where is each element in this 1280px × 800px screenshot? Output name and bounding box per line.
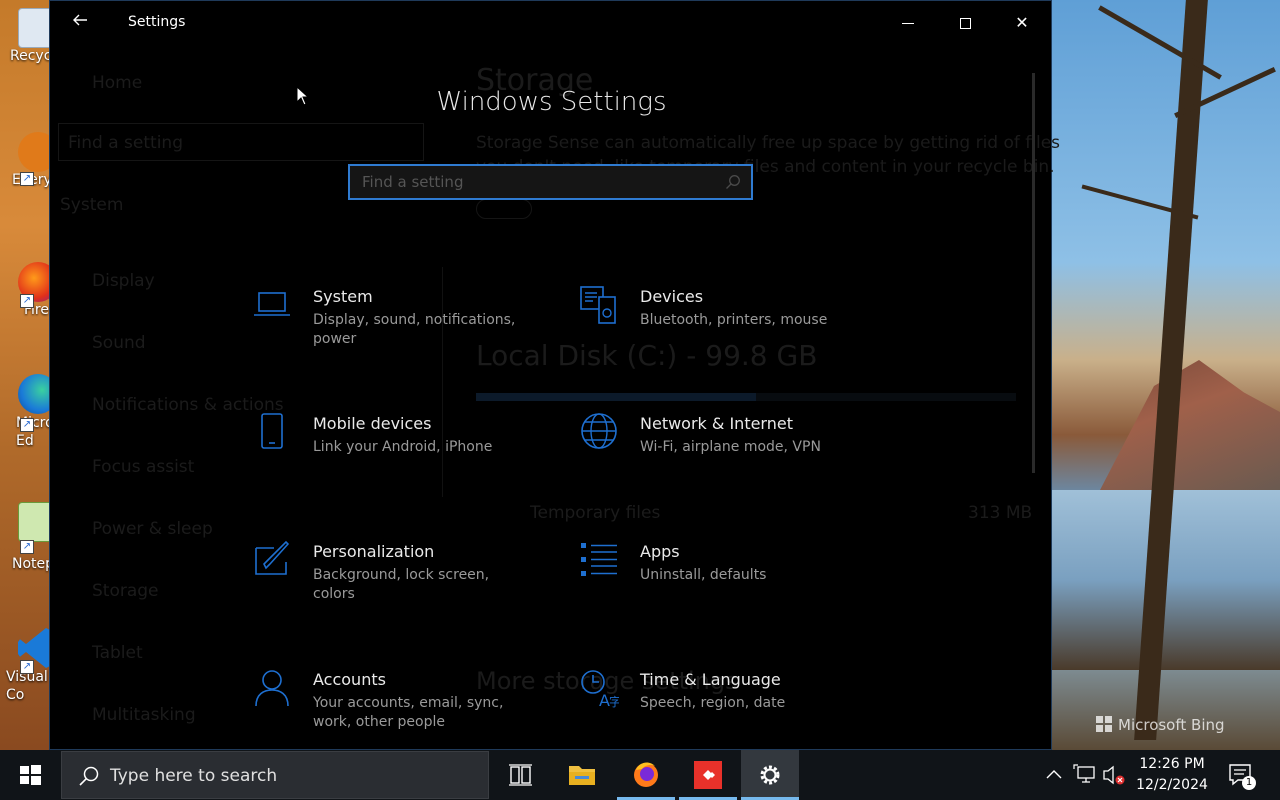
minimize-button[interactable] (880, 1, 936, 45)
bing-watermark: Microsoft Bing (1096, 716, 1225, 734)
clock-time: 12:26 PM (1139, 756, 1205, 772)
person-icon (255, 670, 289, 707)
tile-system[interactable]: System Display, sound, notifications, po… (252, 285, 552, 375)
tray-network-button[interactable] (1072, 750, 1100, 800)
apps-list-icon (581, 543, 617, 576)
mouse-cursor-icon (296, 86, 310, 106)
tile-apps[interactable]: Apps Uninstall, defaults (579, 540, 879, 630)
bg-toggle (476, 199, 532, 219)
bg-nav-item: Multitasking (92, 705, 196, 725)
volume-muted-icon (1103, 765, 1125, 785)
bg-nav-item: Focus assist (92, 457, 195, 477)
back-arrow-icon (73, 14, 87, 26)
firefox-icon (634, 762, 658, 787)
desktop-icon-vscode[interactable]: ↗ Visual Co (4, 628, 58, 704)
paintbrush-icon (255, 540, 290, 575)
taskbar-app-red[interactable] (679, 750, 737, 800)
bg-nav-item: Sound (92, 333, 146, 353)
task-view-icon (509, 764, 532, 786)
bg-nav-section: System (60, 195, 124, 215)
tile-accounts[interactable]: Accounts Your accounts, email, sync, wor… (252, 668, 552, 758)
laptop-icon (254, 292, 290, 316)
notification-icon (1229, 764, 1251, 786)
action-center-button[interactable] (1222, 750, 1262, 800)
network-icon (1073, 764, 1095, 783)
notification-count-badge: 1 (1242, 776, 1256, 790)
bg-disk-bar-fill (476, 393, 756, 401)
bg-description: Storage Sense can automatically free up … (476, 133, 1061, 153)
close-button[interactable]: ✕ (994, 1, 1050, 45)
desktop-icon-everything[interactable]: ↗ Every (4, 132, 58, 188)
bg-temp-files: Temporary files (530, 503, 661, 523)
search-input[interactable] (350, 166, 751, 198)
devices-icon (580, 286, 616, 324)
maximize-button[interactable] (937, 1, 993, 45)
bg-nav-item: Power & sleep (92, 519, 213, 539)
shortcut-arrow-icon: ↗ (20, 540, 34, 554)
find-setting-search[interactable] (348, 164, 753, 200)
gear-icon (760, 765, 780, 785)
shortcut-arrow-icon: ↗ (20, 660, 34, 674)
desktop-icon-recycle-bin[interactable]: Recyc (4, 8, 58, 64)
minimize-icon (902, 23, 914, 24)
taskbar-firefox[interactable] (617, 750, 675, 800)
back-button[interactable] (66, 11, 94, 35)
taskbar-settings[interactable] (741, 750, 799, 800)
maximize-icon (959, 18, 971, 29)
bg-temp-size: 313 MB (968, 503, 1033, 523)
window-titlebar[interactable]: Settings ✕ (50, 1, 1053, 45)
tile-personalization[interactable]: Personalization Background, lock screen,… (252, 540, 552, 630)
tile-network-internet[interactable]: Network & Internet Wi-Fi, airplane mode,… (579, 412, 879, 502)
phone-icon (261, 413, 283, 449)
bg-nav-item: Tablet (92, 643, 143, 663)
shortcut-arrow-icon: ↗ (20, 172, 34, 186)
chevron-up-icon (1046, 770, 1062, 779)
start-button[interactable] (0, 750, 60, 800)
bg-scrollbar[interactable] (1032, 73, 1035, 473)
desktop-icon-notepadpp[interactable]: ↗ Notep (4, 502, 58, 572)
taskbar: Type here to search 12:26 PM 12/2/2024 1 (0, 750, 1280, 800)
shortcut-arrow-icon: ↗ (20, 418, 34, 432)
globe-icon (581, 413, 617, 449)
anydesk-icon (694, 761, 722, 789)
windows-logo-icon (1096, 716, 1112, 732)
bg-nav-item: Storage (92, 581, 159, 601)
desktop-icon-firefox[interactable]: ↗ Fire (4, 262, 58, 318)
settings-window: Settings ✕ Home Find a setting System Di… (49, 0, 1060, 750)
desktop-icon-edge[interactable]: ↗ Micro Ed (4, 374, 58, 450)
search-icon (79, 766, 99, 786)
svg-text:字: 字 (609, 694, 619, 708)
windows-logo-icon (20, 765, 41, 785)
tile-time-language[interactable]: A字 Time & Language Speech, region, date (579, 668, 879, 758)
taskbar-clock[interactable]: 12:26 PM 12/2/2024 (1130, 754, 1214, 796)
shortcut-arrow-icon: ↗ (20, 294, 34, 308)
bg-nav-search-text: Find a setting (68, 133, 183, 153)
task-view-button[interactable] (491, 750, 549, 800)
search-icon[interactable] (725, 174, 741, 190)
tray-volume-button[interactable] (1100, 750, 1128, 800)
time-language-icon: A字 (581, 670, 619, 708)
taskbar-file-explorer[interactable] (553, 750, 611, 800)
page-title: Windows Settings (436, 87, 667, 117)
close-icon: ✕ (1015, 13, 1029, 32)
tray-overflow-button[interactable] (1042, 750, 1066, 800)
tile-mobile-devices[interactable]: Mobile devices Link your Android, iPhone (252, 412, 552, 502)
window-title: Settings (128, 14, 186, 30)
taskbar-search-box[interactable]: Type here to search (61, 751, 489, 799)
tile-devices[interactable]: Devices Bluetooth, printers, mouse (579, 285, 879, 375)
folder-icon (569, 766, 595, 785)
bg-nav-item: Display (92, 271, 155, 291)
clock-date: 12/2/2024 (1136, 777, 1208, 793)
